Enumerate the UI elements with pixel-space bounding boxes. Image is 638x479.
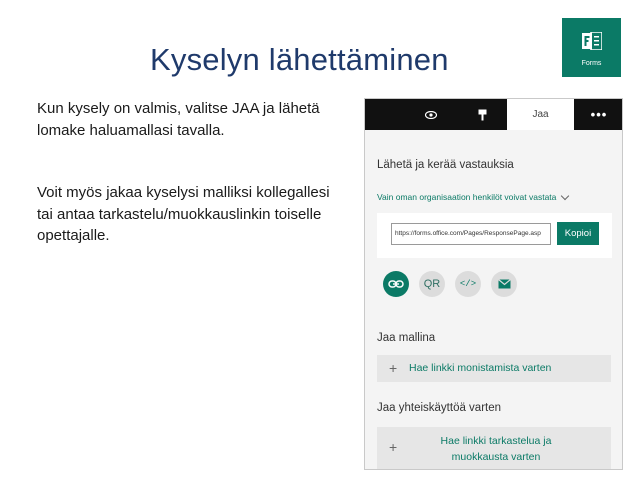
audience-label: Vain oman organisaation henkilöt voivat … <box>377 192 557 202</box>
plus-icon: + <box>389 439 398 455</box>
share-panel-screenshot: Jaa ••• Lähetä ja kerää vastauksia Vain … <box>364 98 623 470</box>
link-box: https://forms.office.com/Pages/ResponseP… <box>377 213 612 258</box>
template-link-button[interactable]: + Hae linkki monistamista varten <box>377 355 611 382</box>
collab-link-button[interactable]: + Hae linkki tarkastelua ja muokkausta v… <box>377 427 611 469</box>
section-collab-title: Jaa yhteiskäyttöä varten <box>377 402 502 414</box>
audience-dropdown[interactable]: Vain oman organisaation henkilöt voivat … <box>377 191 570 202</box>
section-send-title: Lähetä ja kerää vastauksia <box>377 159 514 171</box>
plus-icon: + <box>389 360 398 376</box>
preview-eye-icon[interactable] <box>421 99 441 130</box>
forms-app-icon <box>582 32 602 50</box>
chevron-down-icon <box>561 191 570 200</box>
theme-icon[interactable] <box>473 99 491 130</box>
slide-title: Kyselyn lähettäminen <box>150 42 449 77</box>
link-icon[interactable] <box>383 271 409 297</box>
tab-share-jaa[interactable]: Jaa <box>507 99 574 130</box>
collab-link-label: Hae linkki tarkastelua ja muokkausta var… <box>440 435 552 463</box>
copy-button[interactable]: Kopioi <box>557 222 599 245</box>
instruction-paragraph-2: Voit myös jakaa kyselysi malliksi kolleg… <box>37 184 330 244</box>
forms-logo-label: Forms <box>581 60 602 67</box>
more-options-icon[interactable]: ••• <box>585 99 613 130</box>
email-icon[interactable] <box>491 271 517 297</box>
embed-icon[interactable]: </> <box>455 271 481 297</box>
qr-icon[interactable]: QR <box>419 271 445 297</box>
response-url-field[interactable]: https://forms.office.com/Pages/ResponseP… <box>391 223 551 245</box>
template-link-label: Hae linkki monistamista varten <box>409 362 552 374</box>
forms-topbar: Jaa ••• <box>365 99 622 130</box>
section-template-title: Jaa mallina <box>377 332 436 344</box>
forms-logo: Forms <box>562 18 621 77</box>
instruction-paragraph-1: Kun kysely on valmis, valitse JAA ja läh… <box>37 100 320 139</box>
